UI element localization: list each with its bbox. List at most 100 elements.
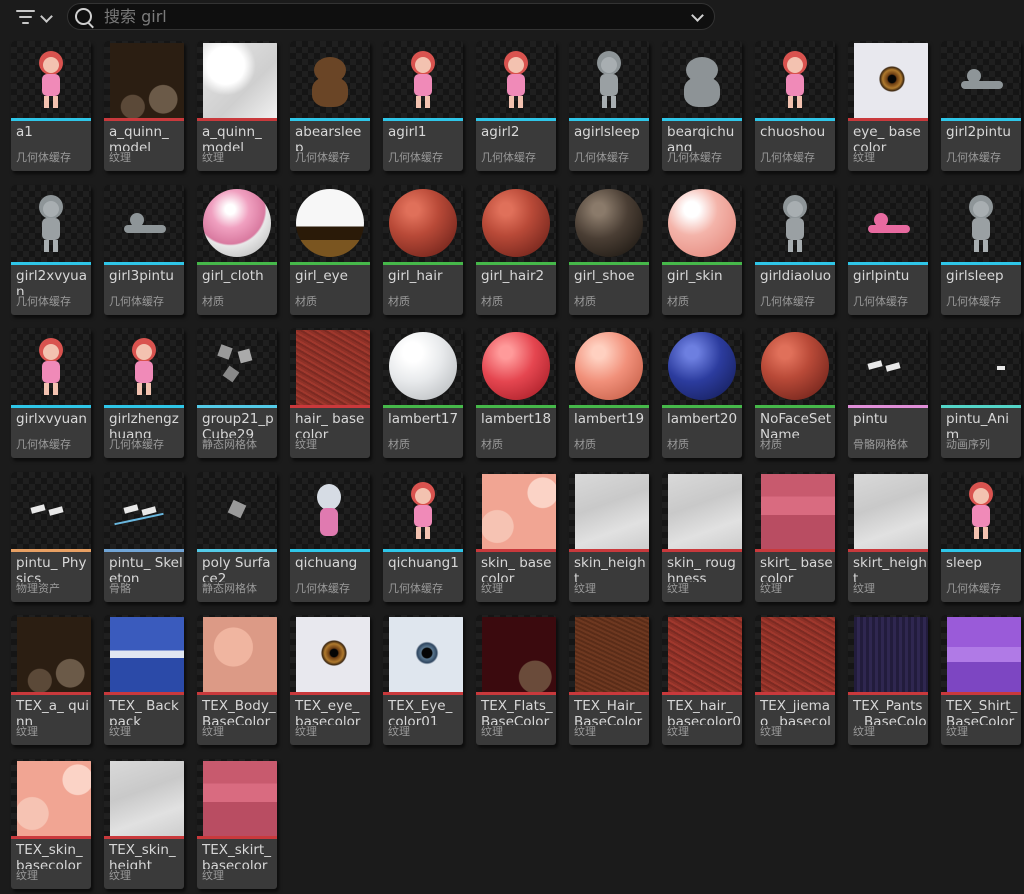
asset-tile[interactable]: lambert17 材质 xyxy=(383,328,463,458)
asset-tile[interactable]: girlzhengzhuang 几何体缓存 xyxy=(104,328,184,458)
asset-tile[interactable]: girl3pintu 几何体缓存 xyxy=(104,185,184,315)
asset-tile[interactable]: skin_ basecolor 纹理 xyxy=(476,472,556,602)
asset-name: TEX_jiemao_ basecolor xyxy=(760,698,831,728)
asset-tile[interactable]: abearsleep 几何体缓存 xyxy=(290,41,370,171)
asset-tile[interactable]: hair_ basecolor 纹理 xyxy=(290,328,370,458)
asset-tile[interactable]: TEX_Eye_ color01 纹理 xyxy=(383,615,463,745)
asset-tile[interactable]: agirlsleep 几何体缓存 xyxy=(569,41,649,171)
asset-tile[interactable]: TEX_eye_ basecolor 纹理 xyxy=(290,615,370,745)
asset-tile[interactable]: TEX_skirt_ basecolor 纹理 xyxy=(197,759,277,889)
asset-type-color-bar xyxy=(569,118,649,121)
asset-tile[interactable]: pintu_Anim 动画序列 xyxy=(941,328,1021,458)
asset-tile[interactable]: girlsleep 几何体缓存 xyxy=(941,185,1021,315)
asset-name: NoFaceSet Name xyxy=(760,411,832,441)
asset-tile[interactable]: TEX_skin_ height 纹理 xyxy=(104,759,184,889)
asset-tile[interactable]: bearqichuang 几何体缓存 xyxy=(662,41,742,171)
asset-type: 几何体缓存 xyxy=(853,295,927,309)
search-input[interactable] xyxy=(104,6,664,27)
asset-tile[interactable]: girlxvyuan 几何体缓存 xyxy=(11,328,91,458)
asset-tile[interactable]: girl_hair2 材质 xyxy=(476,185,556,315)
asset-name: hair_ basecolor xyxy=(295,411,365,441)
asset-tile[interactable]: qichuang 几何体缓存 xyxy=(290,472,370,602)
asset-type-color-bar xyxy=(197,692,277,695)
asset-type: 纹理 xyxy=(109,725,183,739)
asset-type-color-bar xyxy=(755,262,835,265)
asset-type: 纹理 xyxy=(481,582,555,596)
asset-tile[interactable]: girl_shoe 材质 xyxy=(569,185,649,315)
asset-tile[interactable]: pintu 骨骼网格体 xyxy=(848,328,928,458)
asset-tile[interactable]: girl2xvyuan 几何体缓存 xyxy=(11,185,91,315)
asset-tile[interactable]: TEX_Pants_ BaseColor 纹理 xyxy=(848,615,928,745)
asset-tile[interactable]: TEX_Hair_ BaseColor 纹理 xyxy=(569,615,649,745)
cubes-icon xyxy=(197,328,277,405)
asset-tile[interactable]: skirt_height 纹理 xyxy=(848,472,928,602)
asset-tile[interactable]: TEX_a_ quinn 纹理 xyxy=(11,615,91,745)
asset-tile[interactable]: girl_cloth 材质 xyxy=(197,185,277,315)
asset-type-color-bar xyxy=(848,692,928,695)
asset-tile[interactable]: lambert20 材质 xyxy=(662,328,742,458)
asset-tile[interactable]: TEX_jiemao_ basecolor 纹理 xyxy=(755,615,835,745)
asset-type-color-bar xyxy=(197,836,277,839)
cube-icon xyxy=(197,472,277,549)
asset-type-color-bar xyxy=(662,549,742,552)
body-texture-icon xyxy=(197,615,277,692)
asset-type-color-bar xyxy=(848,405,928,408)
chevron-down-icon xyxy=(40,10,53,23)
asset-type: 几何体缓存 xyxy=(760,151,834,165)
search-history-chevron-icon[interactable] xyxy=(691,9,704,22)
asset-tile[interactable]: a_quinn_ model 纹理 xyxy=(197,41,277,171)
asset-tile[interactable]: girlpintu 几何体缓存 xyxy=(848,185,928,315)
white-hair-girl-icon xyxy=(290,472,370,549)
asset-type-color-bar xyxy=(383,262,463,265)
asset-name: poly Surface2 xyxy=(202,555,271,585)
asset-tile[interactable]: pintu_ Physics 物理资产 xyxy=(11,472,91,602)
asset-type: 材质 xyxy=(667,438,741,452)
asset-tile[interactable]: skin_ roughness 纹理 xyxy=(662,472,742,602)
asset-tile[interactable]: girl2pintu 几何体缓存 xyxy=(941,41,1021,171)
asset-name: girl_hair xyxy=(388,268,443,284)
asset-tile[interactable]: pintu_ Skeleton 骨骼 xyxy=(104,472,184,602)
asset-tile[interactable]: TEX_hair_ basecolor0 纹理 xyxy=(662,615,742,745)
asset-tile[interactable]: TEX_ Backpack 纹理 xyxy=(104,615,184,745)
asset-tile[interactable]: TEX_skin_ basecolor 纹理 xyxy=(11,759,91,889)
asset-tile[interactable]: a_quinn_ model 纹理 xyxy=(104,41,184,171)
asset-tile[interactable]: skin_height 纹理 xyxy=(569,472,649,602)
backpack-texture-icon xyxy=(104,615,184,692)
asset-type: 材质 xyxy=(574,295,648,309)
asset-tile[interactable]: girl_skin 材质 xyxy=(662,185,742,315)
asset-tile[interactable]: girl_eye 材质 xyxy=(290,185,370,315)
asset-name: qichuang xyxy=(295,555,358,571)
asset-tile[interactable]: poly Surface2 静态网格体 xyxy=(197,472,277,602)
asset-name: girlzhengzhuang xyxy=(109,411,179,441)
asset-type-color-bar xyxy=(11,405,91,408)
asset-tile[interactable]: chuoshou 几何体缓存 xyxy=(755,41,835,171)
asset-name: skirt_height xyxy=(853,555,927,585)
filter-dropdown-button[interactable] xyxy=(12,6,58,28)
asset-tile[interactable]: girldiaoluo 几何体缓存 xyxy=(755,185,835,315)
asset-tile[interactable]: TEX_Flats_ BaseColor 纹理 xyxy=(476,615,556,745)
asset-tile[interactable]: TEX_Body_ BaseColor 纹理 xyxy=(197,615,277,745)
asset-tile[interactable]: eye_ basecolor 纹理 xyxy=(848,41,928,171)
asset-name: girlpintu xyxy=(853,268,910,284)
asset-tile[interactable]: agirl1 几何体缓存 xyxy=(383,41,463,171)
asset-tile[interactable]: group21_p Cube29 静态网格体 xyxy=(197,328,277,458)
asset-tile[interactable]: lambert19 材质 xyxy=(569,328,649,458)
asset-type: 纹理 xyxy=(295,438,369,452)
asset-tile[interactable]: girl_hair 材质 xyxy=(383,185,463,315)
asset-tile[interactable]: sleep 几何体缓存 xyxy=(941,472,1021,602)
hair-texture-icon xyxy=(662,615,742,692)
asset-tile[interactable]: TEX_Shirt_ BaseColor 纹理 xyxy=(941,615,1021,745)
asset-tile[interactable]: agirl2 几何体缓存 xyxy=(476,41,556,171)
search-box[interactable] xyxy=(67,3,715,30)
asset-tile[interactable]: qichuang1 几何体缓存 xyxy=(383,472,463,602)
asset-type-color-bar xyxy=(569,405,649,408)
asset-tile[interactable]: skirt_ basecolor 纹理 xyxy=(755,472,835,602)
asset-type-color-bar xyxy=(941,692,1021,695)
asset-type-color-bar xyxy=(755,118,835,121)
asset-tile[interactable]: lambert18 材质 xyxy=(476,328,556,458)
asset-tile[interactable]: NoFaceSet Name 材质 xyxy=(755,328,835,458)
asset-tile[interactable]: a1 几何体缓存 xyxy=(11,41,91,171)
asset-name: qichuang1 xyxy=(388,555,459,571)
asset-type-color-bar xyxy=(11,549,91,552)
asset-name: girl2pintu xyxy=(946,124,1011,140)
